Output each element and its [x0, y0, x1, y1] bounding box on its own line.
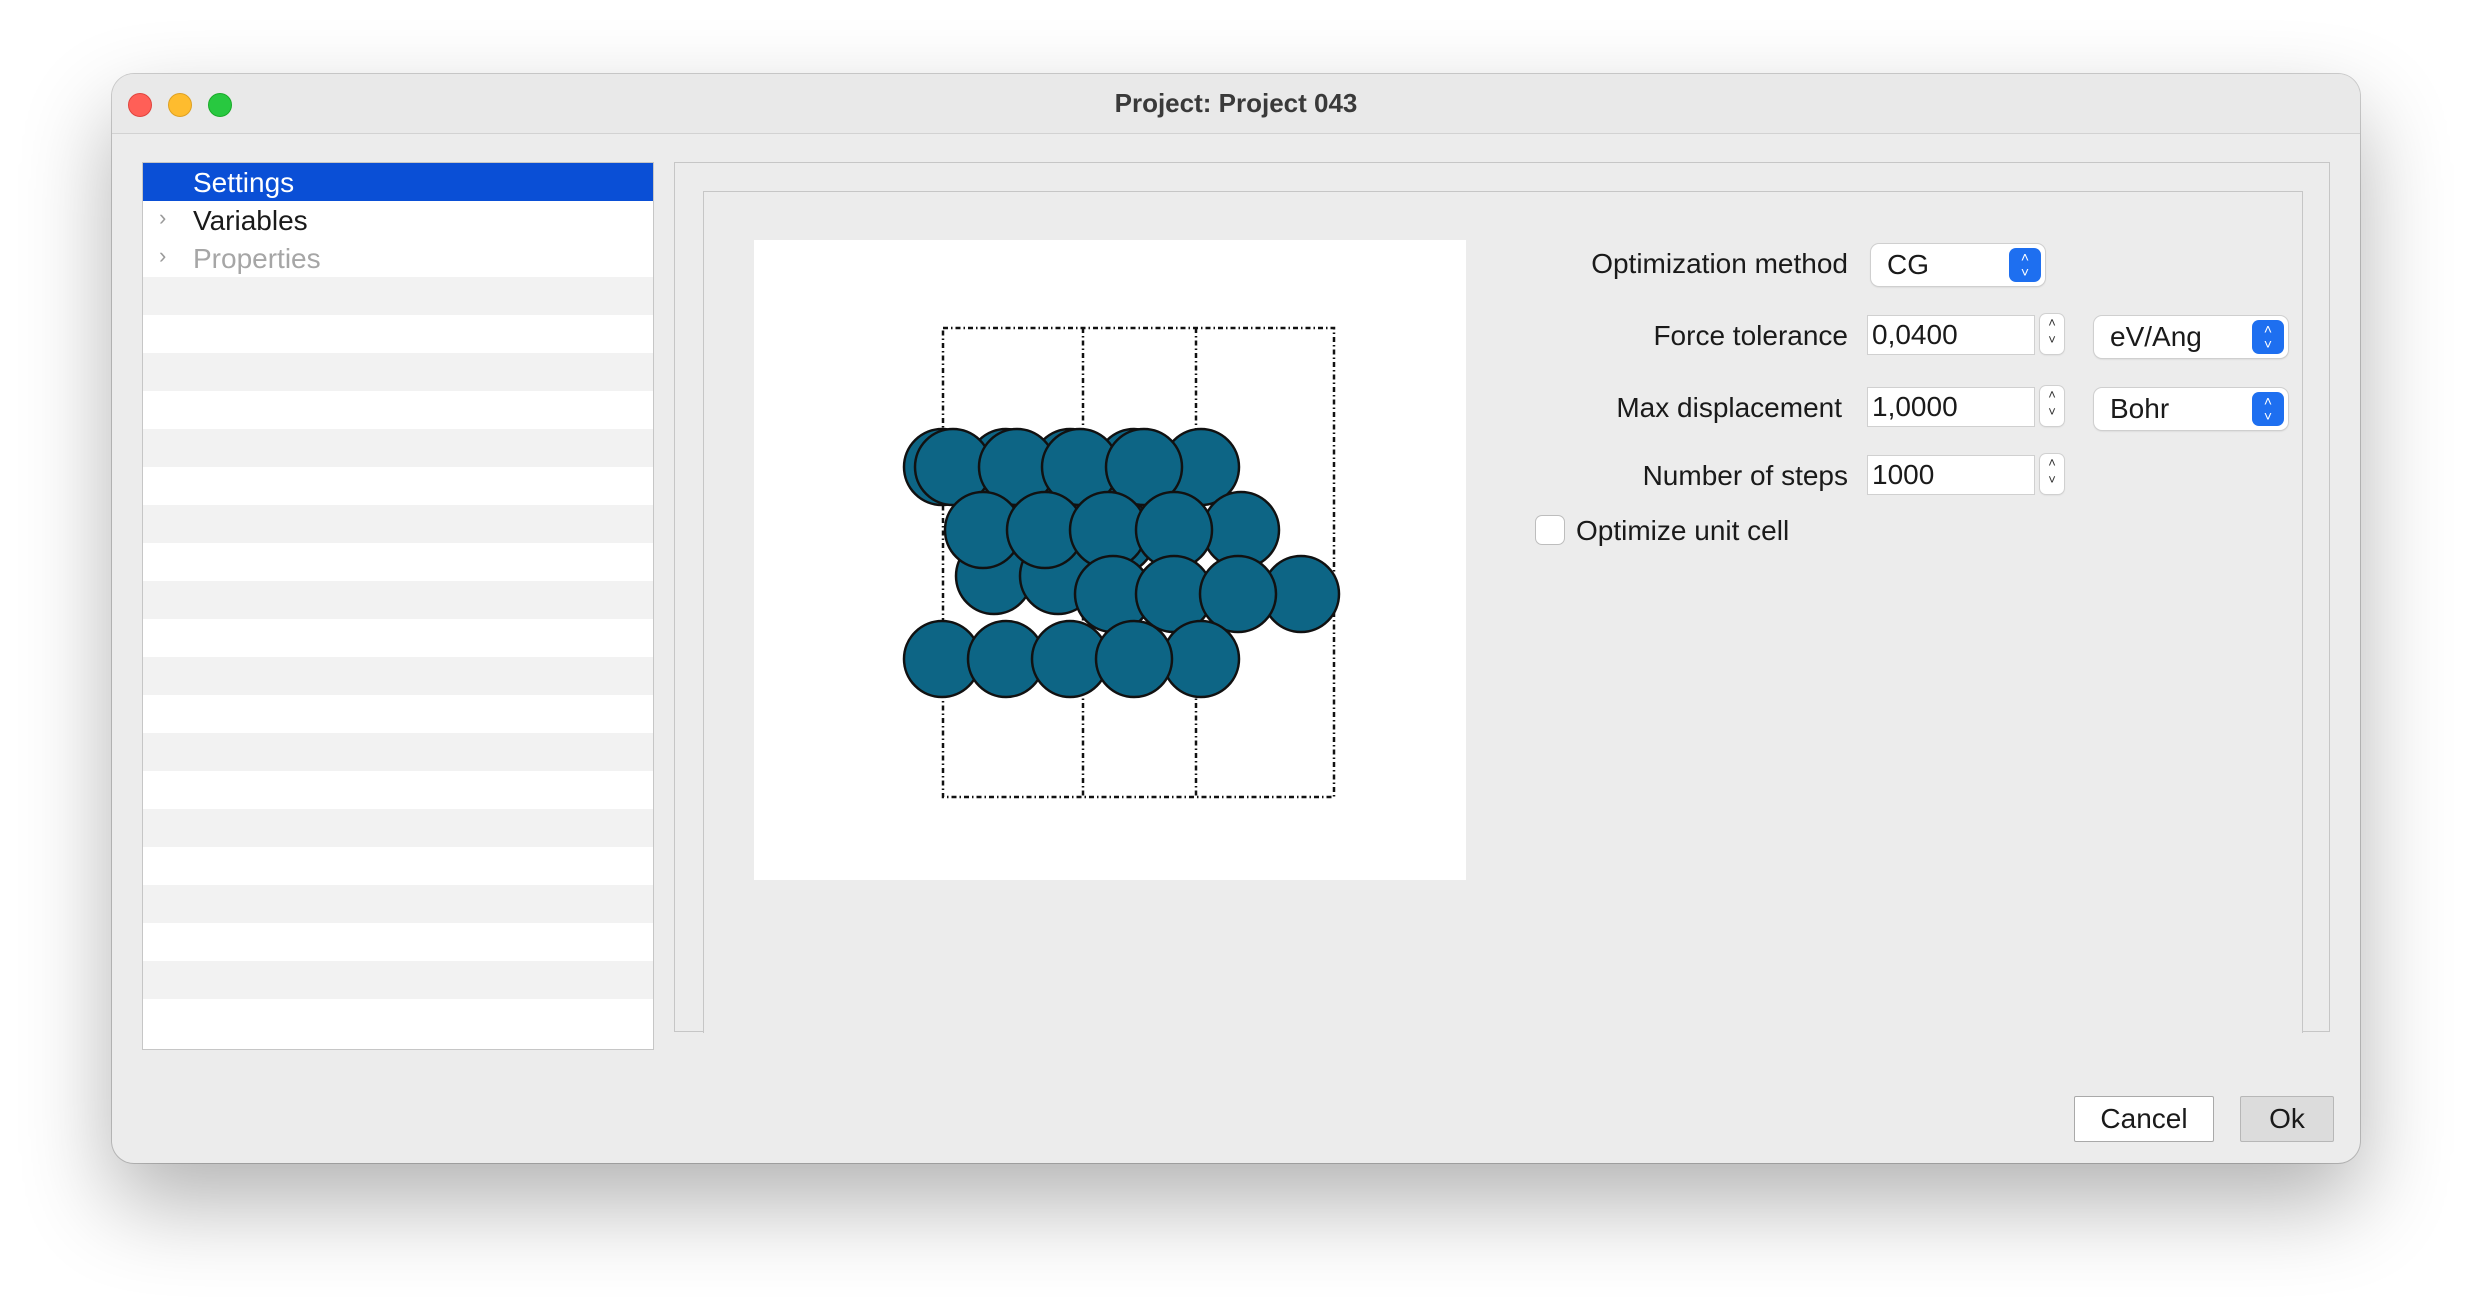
empty-row [143, 505, 653, 543]
number-of-steps-value: 1000 [1872, 459, 1935, 490]
chevron-right-icon[interactable]: › [159, 243, 166, 269]
atomic-structure-svg [902, 326, 1341, 799]
sidebar-item-label: Variables [193, 205, 308, 236]
number-of-steps-input[interactable]: 1000 [1868, 456, 2034, 494]
empty-row [143, 657, 653, 695]
force-tolerance-stepper[interactable]: ˄ ˅ [2040, 314, 2064, 354]
optimize-unit-cell-checkbox[interactable] [1536, 516, 1564, 544]
sidebar-item-label: Properties [193, 243, 321, 274]
sidebar-item-properties[interactable]: › Properties [143, 239, 653, 277]
empty-row [143, 277, 653, 315]
force-tolerance-input[interactable]: 0,0400 [1868, 316, 2034, 354]
number-of-steps-stepper[interactable]: ˄ ˅ [2040, 454, 2064, 494]
empty-row [143, 353, 653, 391]
optimize-unit-cell-label: Optimize unit cell [1576, 515, 1790, 546]
structure-preview[interactable] [754, 240, 1466, 880]
max-displacement-unit-select[interactable]: Bohr ˄ ˅ [2094, 388, 2288, 430]
max-displacement-input[interactable]: 1,0000 [1868, 388, 2034, 426]
updown-chevron-icon: ˄ ˅ [2009, 248, 2041, 282]
number-of-steps-label: Number of steps [1642, 460, 1848, 491]
title-bar: Project: Project 043 [112, 74, 2360, 134]
atom [1161, 619, 1241, 699]
window-title: Project: Project 043 [1114, 88, 1358, 118]
sidebar-tree[interactable]: Settings › Variables › Properties [142, 162, 654, 1050]
max-displacement-label: Max displacement [1616, 392, 1842, 423]
empty-row [143, 809, 653, 847]
optimization-method-select[interactable]: CG ˄ ˅ [1871, 244, 2045, 286]
max-displacement-unit-value: Bohr [2110, 393, 2170, 424]
project-dialog-window: Project: Project 043 Settings › Variable… [112, 74, 2360, 1163]
sidebar-item-variables[interactable]: › Variables [143, 201, 653, 239]
settings-panel: Optimization method CG ˄ ˅ Force toleranc… [674, 162, 2330, 1033]
updown-chevron-icon: ˄ ˅ [2252, 392, 2284, 426]
empty-row [143, 885, 653, 923]
force-tolerance-value: 0,0400 [1872, 319, 1958, 350]
force-tolerance-unit-value: eV/Ang [2110, 321, 2202, 352]
force-tolerance-unit-select[interactable]: eV/Ang ˄ ˅ [2094, 316, 2288, 358]
empty-row [143, 581, 653, 619]
sidebar-item-settings[interactable]: Settings [143, 163, 653, 201]
atom [1094, 619, 1174, 699]
ok-button[interactable]: Ok [2240, 1096, 2334, 1142]
updown-chevron-icon: ˄ ˅ [2252, 320, 2284, 354]
chevron-right-icon[interactable]: › [159, 205, 166, 231]
empty-row [143, 429, 653, 467]
sidebar-item-label: Settings [193, 167, 295, 198]
optimization-method-value: CG [1887, 249, 1929, 280]
max-displacement-value: 1,0000 [1872, 391, 1958, 422]
force-tolerance-label: Force tolerance [1653, 320, 1848, 351]
max-displacement-stepper[interactable]: ˄ ˅ [2040, 386, 2064, 426]
cancel-button[interactable]: Cancel [2074, 1096, 2214, 1142]
empty-row [143, 961, 653, 999]
empty-row [143, 733, 653, 771]
atom [1198, 554, 1278, 634]
settings-groupbox: Optimization method CG ˄ ˅ Force toleranc… [703, 191, 2303, 1033]
optimization-method-label: Optimization method [1591, 248, 1848, 279]
